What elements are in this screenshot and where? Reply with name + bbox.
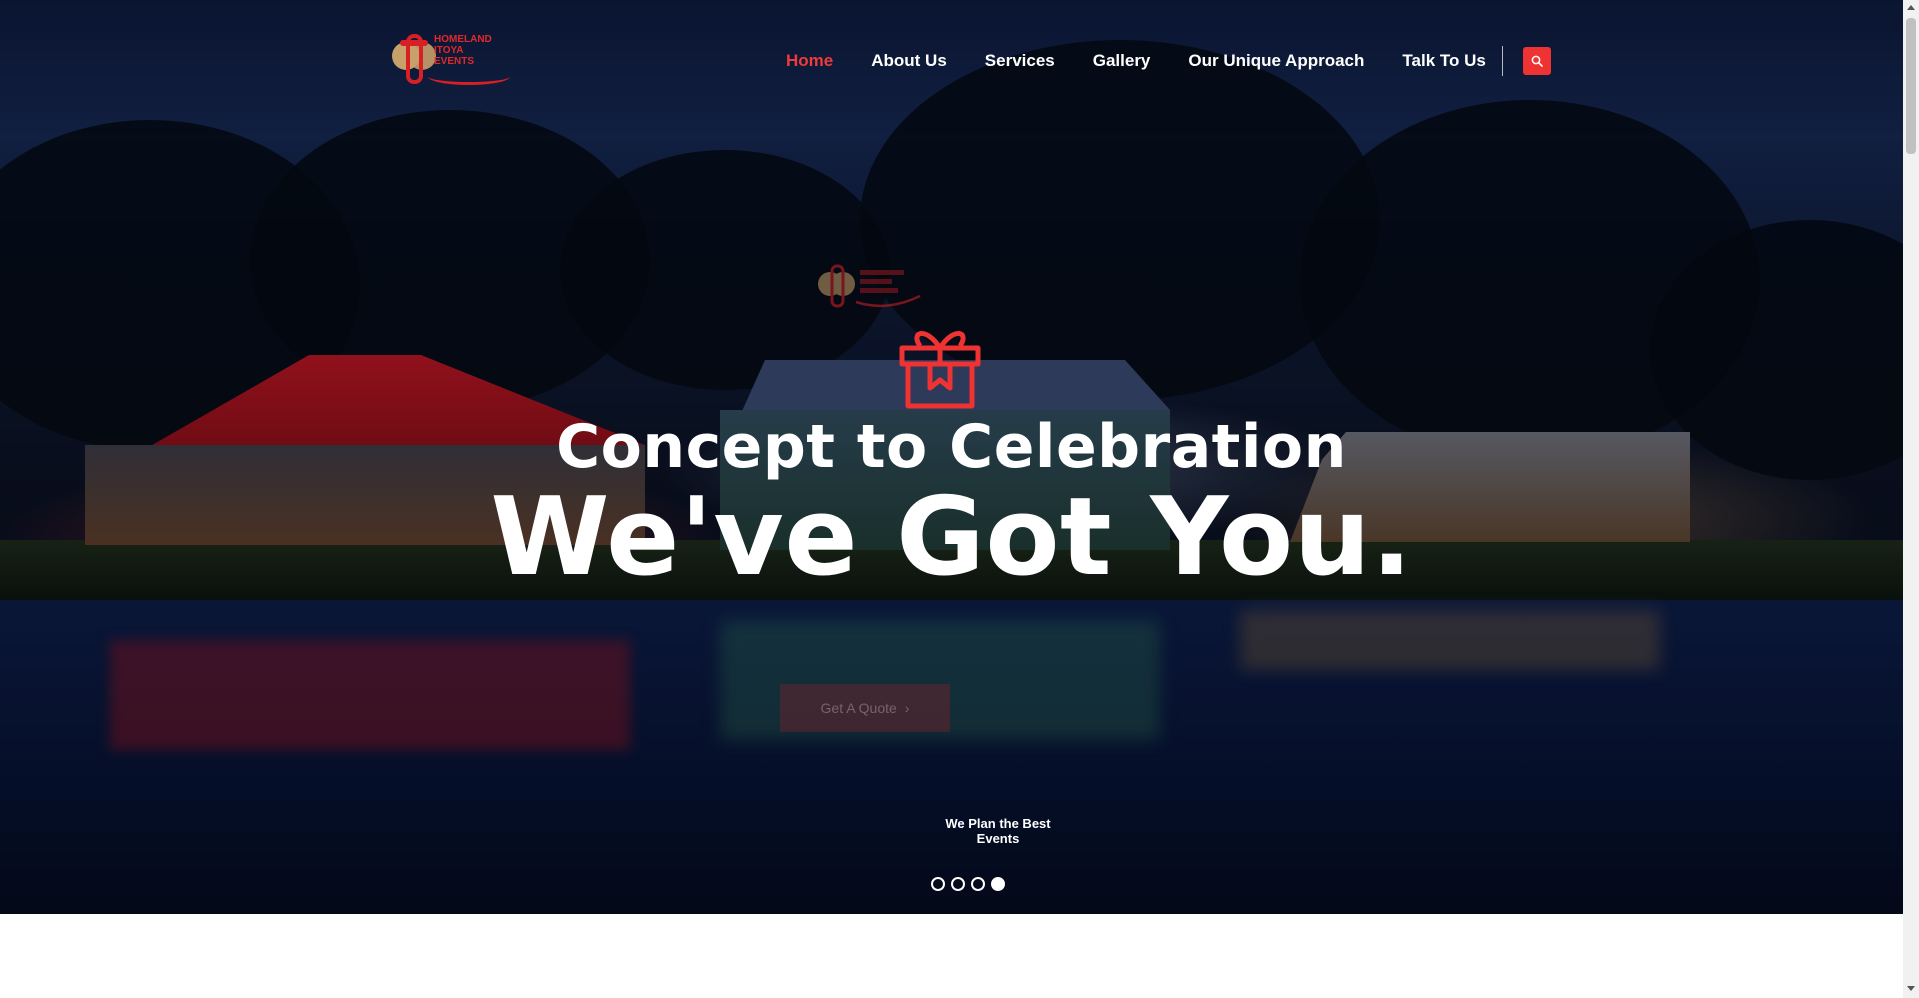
search-button[interactable] — [1522, 47, 1551, 75]
slide-logo-icon — [818, 264, 921, 308]
page-scrollbar[interactable] — [1903, 0, 1919, 998]
gift-icon — [899, 331, 981, 409]
scroll-up-arrow-icon[interactable] — [1907, 5, 1915, 10]
nav-our-unique-approach[interactable]: Our Unique Approach — [1188, 51, 1364, 71]
get-a-quote-button[interactable]: Get A Quote › — [780, 684, 950, 732]
hero-subheading: We've Got You. — [490, 475, 1413, 600]
slider-dot[interactable] — [951, 877, 965, 891]
slider-dot[interactable] — [971, 877, 985, 891]
slider-dot[interactable] — [931, 877, 945, 891]
slider-pagination — [931, 877, 1005, 891]
slider-dot-active[interactable] — [991, 877, 1005, 891]
slide-tagline: We Plan the Best Events — [945, 816, 1051, 846]
search-icon — [1531, 55, 1543, 67]
nav-services[interactable]: Services — [985, 51, 1055, 71]
hero-heading: Concept to Celebration — [556, 412, 1347, 482]
scroll-down-arrow-icon[interactable] — [1907, 986, 1915, 991]
nav-about-us[interactable]: About Us — [871, 51, 947, 71]
nav-gallery[interactable]: Gallery — [1093, 51, 1151, 71]
hero-slider: HOMELAND ITOYA EVENTS Home About Us Serv… — [0, 0, 1903, 914]
logo-wordmark: HOMELAND ITOYA EVENTS — [434, 34, 492, 67]
logo-swoosh — [428, 68, 510, 85]
main-nav: Home About Us Services Gallery Our Uniqu… — [786, 46, 1551, 76]
get-a-quote-label: Get A Quote — [820, 700, 897, 716]
nav-divider — [1501, 46, 1503, 76]
site-logo[interactable]: HOMELAND ITOYA EVENTS — [384, 26, 514, 88]
nav-home[interactable]: Home — [786, 51, 833, 71]
nav-talk-to-us[interactable]: Talk To Us — [1402, 51, 1485, 71]
scroll-thumb[interactable] — [1906, 18, 1916, 154]
chevron-right-icon: › — [904, 700, 910, 716]
